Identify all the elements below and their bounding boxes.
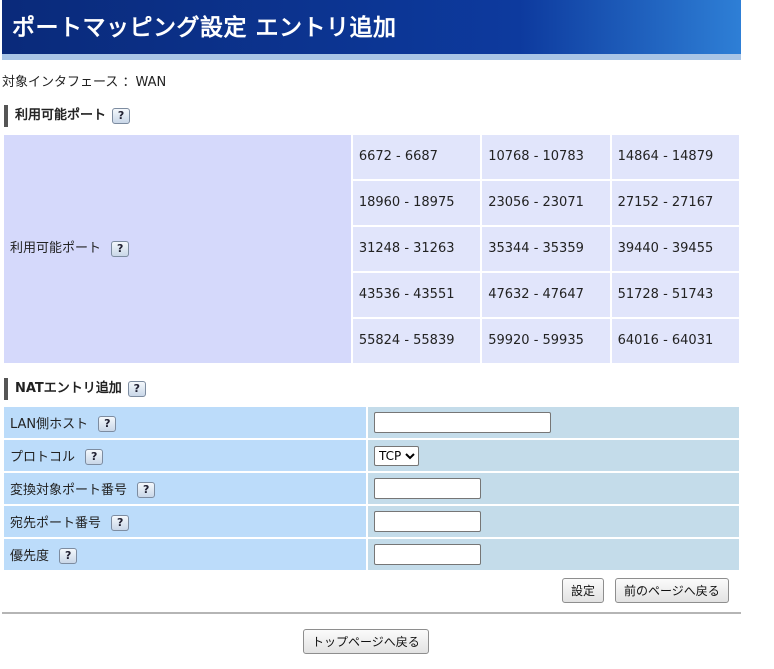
dest-port-input[interactable] [374,511,481,532]
port-range-cell: 51728 - 51743 [611,273,739,317]
available-ports-heading-text: 利用可能ポート [15,108,107,123]
available-ports-label-cell: 利用可能ポート ? [4,135,351,363]
table-row: 利用可能ポート ? 6672 - 6687 10768 - 10783 1486… [4,135,739,363]
form-row: 変換対象ポート番号 ? [4,473,739,504]
priority-label: 優先度 [10,548,50,564]
help-icon[interactable]: ? [98,416,117,433]
lan-host-label: LAN側ホスト [10,416,89,432]
form-row: LAN側ホスト ? [4,407,739,438]
convert-port-field-cell [368,473,739,504]
port-range-cell: 39440 - 39455 [611,227,739,271]
top-page-button[interactable]: トップページへ戻る [303,629,429,654]
available-ports-table: 利用可能ポート ? 6672 - 6687 10768 - 10783 1486… [2,133,741,365]
set-button[interactable]: 設定 [562,578,605,603]
port-range-cell: 18960 - 18975 [352,181,481,225]
lan-host-input[interactable] [374,412,551,433]
available-ports-heading: 利用可能ポート ? [4,105,131,127]
priority-input[interactable] [374,544,481,565]
help-icon[interactable]: ? [85,449,104,466]
dest-port-field-cell [368,506,739,537]
form-row: プロトコル ? TCP [4,440,739,471]
convert-port-label: 変換対象ポート番号 [10,482,128,498]
priority-field-cell [368,539,739,570]
convert-port-label-cell: 変換対象ポート番号 ? [4,473,366,504]
help-icon[interactable]: ? [59,548,78,565]
help-icon[interactable]: ? [137,482,156,499]
port-range-cell: 64016 - 64031 [611,319,739,363]
port-range-cell: 31248 - 31263 [352,227,481,271]
nat-entry-heading-text: NATエントリ追加 [15,381,122,396]
header-underline [2,54,741,60]
page-title: ポートマッピング設定 エントリ追加 [12,15,397,41]
dest-port-label-cell: 宛先ポート番号 ? [4,506,366,537]
port-range-cell: 35344 - 35359 [482,227,610,271]
convert-port-input[interactable] [374,478,481,499]
back-button[interactable]: 前のページへ戻る [615,578,729,603]
available-ports-label: 利用可能ポート [10,241,102,256]
help-icon[interactable]: ? [127,381,146,397]
protocol-label-cell: プロトコル ? [4,440,366,471]
form-row: 優先度 ? [4,539,739,570]
port-range-cell: 55824 - 55839 [352,319,481,363]
port-range-cell: 10768 - 10783 [482,135,610,179]
port-range-cell: 43536 - 43551 [352,273,481,317]
lan-host-field-cell [368,407,739,438]
help-icon[interactable]: ? [112,108,131,124]
divider [2,612,741,614]
dest-port-label: 宛先ポート番号 [10,515,102,531]
priority-label-cell: 優先度 ? [4,539,366,570]
nat-entry-heading: NATエントリ追加 ? [4,378,146,400]
lan-host-label-cell: LAN側ホスト ? [4,407,366,438]
port-range-cell: 23056 - 23071 [482,181,610,225]
port-range-cell: 59920 - 59935 [482,319,610,363]
form-row: 宛先ポート番号 ? [4,506,739,537]
protocol-label: プロトコル [10,449,76,465]
protocol-select[interactable]: TCP [374,445,419,466]
port-range-cell: 6672 - 6687 [352,135,481,179]
port-range-cell: 27152 - 27167 [611,181,739,225]
target-interface: 対象インタフェース ：WAN [2,75,167,90]
help-icon[interactable]: ? [111,515,130,532]
port-range-cell: 47632 - 47647 [482,273,610,317]
nat-entry-form: LAN側ホスト ? プロトコル ? TCP 変換対象ポート番号 ? 宛先ポート番… [2,405,741,572]
page-header: ポートマッピング設定 エントリ追加 [2,0,741,54]
protocol-field-cell: TCP [368,440,739,471]
help-icon[interactable]: ? [111,240,130,257]
port-range-cell: 14864 - 14879 [611,135,739,179]
